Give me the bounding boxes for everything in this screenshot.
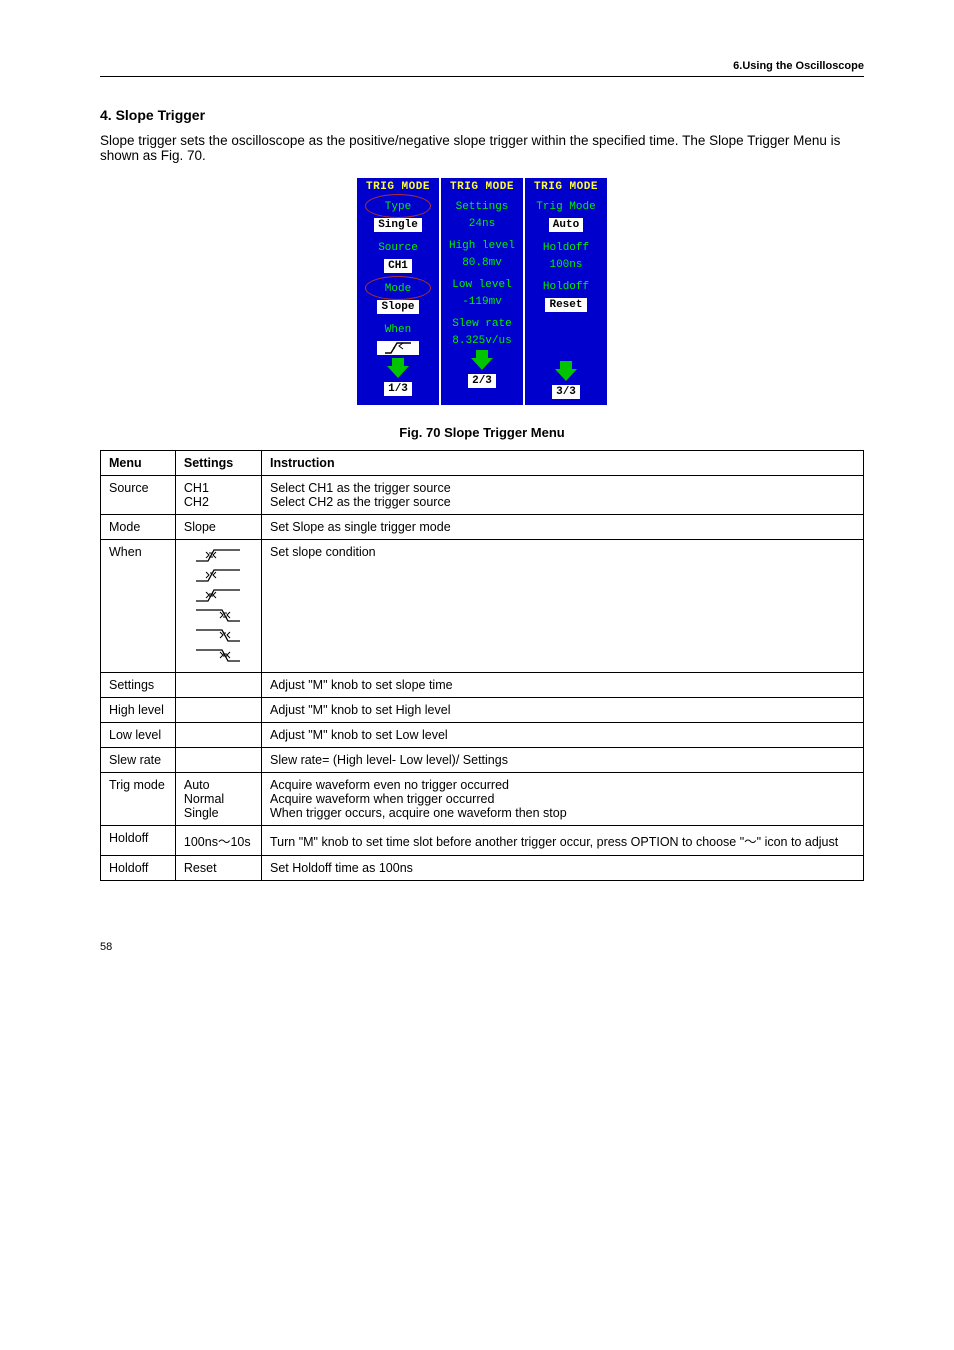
table-row: HoldoffResetSet Holdoff time as 100ns (101, 856, 864, 881)
section-title: 4. Slope Trigger (100, 107, 864, 123)
cell-menu: High level (101, 698, 176, 723)
slope-condition-icon (194, 587, 242, 605)
next-page-arrow-icon (441, 352, 523, 370)
cell-settings (175, 540, 261, 673)
menu-item-label: When (357, 319, 439, 339)
menu-item-label: Source (357, 237, 439, 257)
page-number: 58 (100, 941, 112, 953)
intro-text: Slope trigger sets the oscilloscope as t… (100, 133, 864, 163)
menu-item-value: 80.8mv (441, 255, 523, 274)
slope-condition-icon (194, 567, 242, 585)
cell-menu: Mode (101, 515, 176, 540)
cell-instruction: Set Slope as single trigger mode (262, 515, 864, 540)
table-row: Trig modeAuto Normal SingleAcquire wavef… (101, 773, 864, 826)
menu-item-value: Slope (357, 298, 439, 319)
col-menu: Menu (101, 451, 176, 476)
cell-menu: Source (101, 476, 176, 515)
page-footer: 58 (100, 941, 864, 953)
slope-condition-icon (194, 627, 242, 645)
col-settings: Settings (175, 451, 261, 476)
menu-item-value: 24ns (441, 216, 523, 235)
cell-settings (175, 723, 261, 748)
cell-menu: Low level (101, 723, 176, 748)
menu-item-label (525, 317, 607, 325)
menu-item-label: Trig Mode (525, 196, 607, 216)
cell-settings (175, 673, 261, 698)
cell-menu: Holdoff (101, 856, 176, 881)
cell-instruction: Adjust "M" knob to set slope time (262, 673, 864, 698)
menu-item-value: -119mv (441, 294, 523, 313)
menu-item-label: Slew rate (441, 313, 523, 333)
cell-settings: Auto Normal Single (175, 773, 261, 826)
menu-column: TRIG MODESettings24nsHigh level80.8mvLow… (441, 178, 523, 405)
header-chapter: 6.Using the Oscilloscope (733, 60, 864, 72)
col-instruction: Instruction (262, 451, 864, 476)
cell-settings (175, 748, 261, 773)
figure-caption: Fig. 70 Slope Trigger Menu (100, 425, 864, 440)
menu-column: TRIG MODETrig ModeAutoHoldoff100nsHoldof… (525, 178, 607, 405)
trigger-menu-screenshot: TRIG MODETypeSingleSourceCH1ModeSlopeWhe… (100, 178, 864, 405)
menu-item-value: 100ns (525, 257, 607, 276)
slope-condition-icon (194, 547, 242, 565)
menu-item-label: Settings (441, 196, 523, 216)
menu-item-label: Mode (357, 278, 439, 298)
cell-instruction: Select CH1 as the trigger source Select … (262, 476, 864, 515)
table-row: When Set slope condition (101, 540, 864, 673)
cell-settings (175, 698, 261, 723)
cell-menu: When (101, 540, 176, 673)
menu-page-indicator: 1/3 (357, 378, 439, 402)
table-row: Slew rate Slew rate= (High level- Low lev… (101, 748, 864, 773)
menu-item-value: Auto (525, 216, 607, 237)
menu-col-title: TRIG MODE (357, 178, 439, 196)
menu-item-label: Holdoff (525, 276, 607, 296)
menu-item-label: Holdoff (525, 237, 607, 257)
cell-instruction: Turn "M" knob to set time slot before an… (262, 826, 864, 856)
next-page-arrow-icon (525, 363, 607, 381)
table-row: Low level Adjust "M" knob to set Low leve… (101, 723, 864, 748)
slope-condition-icon (194, 647, 242, 665)
cell-instruction: Slew rate= (High level- Low level)/ Sett… (262, 748, 864, 773)
cell-instruction: Set slope condition (262, 540, 864, 673)
table-row: ModeSlopeSet Slope as single trigger mod… (101, 515, 864, 540)
menu-page-indicator: 2/3 (441, 370, 523, 394)
menu-item-label: Type (357, 196, 439, 216)
cell-menu: Slew rate (101, 748, 176, 773)
cell-settings: 100ns～10s (175, 826, 261, 856)
cell-settings: CH1 CH2 (175, 476, 261, 515)
menu-page-indicator: 3/3 (525, 381, 607, 405)
menu-item-value (357, 339, 439, 360)
menu-item-value: Reset (525, 296, 607, 317)
slope-condition-icon (194, 607, 242, 625)
cell-settings: Slope (175, 515, 261, 540)
cell-instruction: Set Holdoff time as 100ns (262, 856, 864, 881)
cell-menu: Trig mode (101, 773, 176, 826)
table-row: SourceCH1 CH2Select CH1 as the trigger s… (101, 476, 864, 515)
page-header: 6.Using the Oscilloscope (100, 60, 864, 77)
menu-column: TRIG MODETypeSingleSourceCH1ModeSlopeWhe… (357, 178, 439, 405)
table-row: High level Adjust "M" knob to set High le… (101, 698, 864, 723)
menu-col-title: TRIG MODE (441, 178, 523, 196)
cell-menu: Holdoff (101, 826, 176, 856)
cell-instruction: Acquire waveform even no trigger occurre… (262, 773, 864, 826)
table-row: Holdoff100ns～10sTurn "M" knob to set tim… (101, 826, 864, 856)
slope-trigger-table: Menu Settings Instruction SourceCH1 CH2S… (100, 450, 864, 881)
menu-item-value: Single (357, 216, 439, 237)
table-row: Settings Adjust "M" knob to set slope tim… (101, 673, 864, 698)
cell-instruction: Adjust "M" knob to set High level (262, 698, 864, 723)
menu-item-label: High level (441, 235, 523, 255)
next-page-arrow-icon (357, 360, 439, 378)
cell-menu: Settings (101, 673, 176, 698)
cell-instruction: Adjust "M" knob to set Low level (262, 723, 864, 748)
menu-item-value: CH1 (357, 257, 439, 278)
menu-item-label: Low level (441, 274, 523, 294)
menu-col-title: TRIG MODE (525, 178, 607, 196)
when-condition-icon (377, 341, 419, 355)
cell-settings: Reset (175, 856, 261, 881)
